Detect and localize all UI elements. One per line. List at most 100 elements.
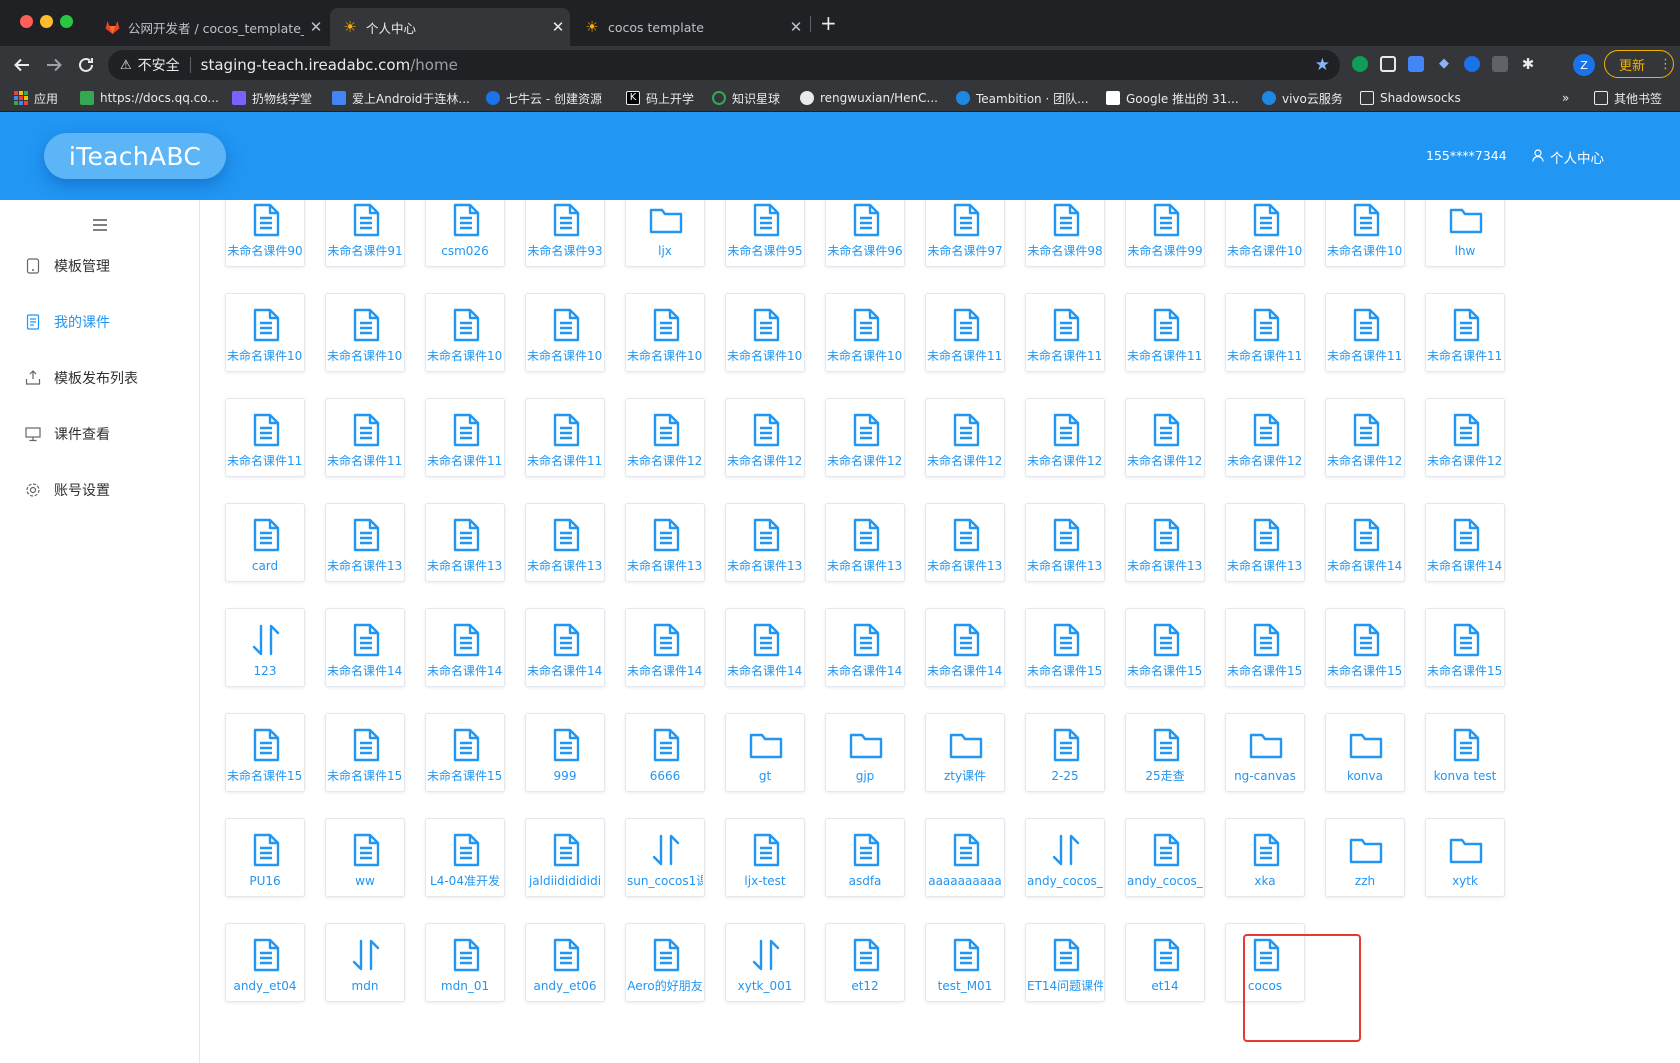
courseware-tile[interactable]: 未命名课件114: [1325, 293, 1405, 372]
courseware-tile[interactable]: et14: [1125, 923, 1205, 1002]
sidebar-item-template-publish-list[interactable]: 模板发布列表: [24, 366, 138, 390]
courseware-tile[interactable]: 未命名课件135: [825, 503, 905, 582]
courseware-tile[interactable]: konva test: [1425, 713, 1505, 792]
update-button[interactable]: 更新 ⋮: [1604, 50, 1674, 78]
sidebar-item-account-settings[interactable]: 账号设置: [24, 478, 110, 502]
courseware-tile[interactable]: 未命名课件131: [425, 503, 505, 582]
courseware-tile[interactable]: ljx: [625, 200, 705, 267]
courseware-tile[interactable]: 6666: [625, 713, 705, 792]
courseware-tile[interactable]: 未命名课件128: [1425, 398, 1505, 477]
courseware-tile[interactable]: 未命名课件120: [625, 398, 705, 477]
new-tab-button[interactable]: +: [820, 11, 837, 35]
courseware-tile[interactable]: andy_et04: [225, 923, 305, 1002]
courseware-tile[interactable]: 未命名课件147: [725, 608, 805, 687]
bookmark-vivo[interactable]: vivo云服务: [1262, 89, 1343, 107]
courseware-tile[interactable]: 未命名课件134: [725, 503, 805, 582]
courseware-tile[interactable]: 未命名课件95: [725, 200, 805, 267]
courseware-tile[interactable]: 未命名课件101: [1325, 200, 1405, 267]
courseware-tile[interactable]: gjp: [825, 713, 905, 792]
courseware-tile[interactable]: aaaaaaaaaa: [925, 818, 1005, 897]
courseware-tile[interactable]: 未命名课件103: [225, 293, 305, 372]
bookmark-google[interactable]: Google 推出的 31...: [1106, 89, 1239, 107]
courseware-tile[interactable]: 未命名课件124: [1025, 398, 1105, 477]
courseware-tile[interactable]: konva: [1325, 713, 1405, 792]
courseware-tile[interactable]: andy_cocos_1: [1025, 818, 1105, 897]
courseware-tile[interactable]: 123: [225, 608, 305, 687]
courseware-tile[interactable]: 未命名课件132: [525, 503, 605, 582]
courseware-tile[interactable]: 未命名课件156: [325, 713, 405, 792]
courseware-tile[interactable]: 未命名课件155: [225, 713, 305, 792]
courseware-tile[interactable]: 未命名课件136: [925, 503, 1005, 582]
bookmark-mashang[interactable]: K 码上开学: [626, 89, 694, 107]
profile-avatar[interactable]: Z: [1573, 54, 1595, 76]
courseware-tile[interactable]: 未命名课件106: [525, 293, 605, 372]
courseware-tile[interactable]: 未命名课件121: [725, 398, 805, 477]
courseware-tile[interactable]: 未命名课件143: [325, 608, 405, 687]
courseware-tile[interactable]: xytk: [1425, 818, 1505, 897]
courseware-tile[interactable]: 未命名课件90: [225, 200, 305, 267]
browser-tab-gitlab[interactable]: 公网开发者 / cocos_template_2 ✕: [92, 8, 328, 46]
courseware-tile[interactable]: csm026: [425, 200, 505, 267]
address-bar[interactable]: ⚠ 不安全 staging-teach.ireadabc.com /home ★: [108, 50, 1340, 80]
bookmark-zsxq[interactable]: 知识星球: [712, 89, 780, 107]
courseware-tile[interactable]: 未命名课件99: [1125, 200, 1205, 267]
courseware-tile[interactable]: 未命名课件112: [1125, 293, 1205, 372]
courseware-tile[interactable]: 未命名课件157: [425, 713, 505, 792]
close-tab-icon[interactable]: ✕: [304, 18, 328, 36]
courseware-tile[interactable]: 未命名课件130: [325, 503, 405, 582]
courseware-tile[interactable]: 未命名课件110: [925, 293, 1005, 372]
courseware-tile[interactable]: 未命名课件138: [1125, 503, 1205, 582]
courseware-tile[interactable]: 未命名课件91: [325, 200, 405, 267]
bookmark-android-blog[interactable]: 爱上Android于连林...: [332, 89, 470, 107]
maximize-window-button[interactable]: [60, 15, 73, 28]
courseware-tile[interactable]: 未命名课件111: [1025, 293, 1105, 372]
courseware-tile[interactable]: 未命名课件127: [1325, 398, 1405, 477]
courseware-tile[interactable]: 未命名课件109: [825, 293, 905, 372]
courseware-tile[interactable]: zzh: [1325, 818, 1405, 897]
profile-link[interactable]: 个人中心: [1532, 147, 1604, 167]
courseware-tile[interactable]: 未命名课件152: [1225, 608, 1305, 687]
courseware-tile[interactable]: 999: [525, 713, 605, 792]
courseware-tile[interactable]: 未命名课件141: [1425, 503, 1505, 582]
courseware-tile[interactable]: 未命名课件100: [1225, 200, 1305, 267]
more-bookmarks-button[interactable]: »: [1562, 89, 1569, 107]
courseware-tile[interactable]: 未命名课件150: [1025, 608, 1105, 687]
sidebar-item-my-courseware[interactable]: 我的课件: [24, 310, 110, 334]
courseware-tile[interactable]: 未命名课件140: [1325, 503, 1405, 582]
courseware-tile[interactable]: 未命名课件139: [1225, 503, 1305, 582]
courseware-tile[interactable]: andy_et06: [525, 923, 605, 1002]
browser-tab-cocos[interactable]: ☀ cocos template ✕: [572, 8, 808, 46]
courseware-tile[interactable]: gt: [725, 713, 805, 792]
bookmark-rengwuxian[interactable]: 扔物线学堂: [232, 89, 312, 107]
courseware-tile[interactable]: 未命名课件133: [625, 503, 705, 582]
bookmark-apps[interactable]: 应用: [14, 89, 58, 107]
forward-button[interactable]: [41, 52, 67, 78]
bookmark-star-icon[interactable]: ★: [1315, 55, 1330, 75]
courseware-tile[interactable]: 未命名课件145: [525, 608, 605, 687]
courseware-tile[interactable]: zty课件: [925, 713, 1005, 792]
courseware-tile[interactable]: ww: [325, 818, 405, 897]
courseware-tile[interactable]: asdfa: [825, 818, 905, 897]
courseware-tile[interactable]: 未命名课件151: [1125, 608, 1205, 687]
courseware-tile[interactable]: 未命名课件108: [725, 293, 805, 372]
courseware-tile[interactable]: 未命名课件113: [1225, 293, 1305, 372]
courseware-tile[interactable]: 未命名课件116: [225, 398, 305, 477]
search-extension-icon[interactable]: [1464, 56, 1480, 72]
courseware-tile[interactable]: 未命名课件118: [425, 398, 505, 477]
sidebar-item-template-management[interactable]: 模板管理: [24, 254, 110, 278]
courseware-tile[interactable]: 未命名课件149: [925, 608, 1005, 687]
minimize-window-button[interactable]: [40, 15, 53, 28]
close-tab-icon[interactable]: ✕: [546, 18, 570, 36]
logo[interactable]: iTeachABC: [44, 133, 226, 179]
courseware-tile[interactable]: 未命名课件93: [525, 200, 605, 267]
courseware-tile[interactable]: ET14问题课件: [1025, 923, 1105, 1002]
diamond-extension-icon[interactable]: ◆: [1436, 56, 1452, 72]
bookmark-qiniu[interactable]: 七牛云 - 创建资源: [486, 89, 602, 107]
courseware-tile[interactable]: 未命名课件96: [825, 200, 905, 267]
courseware-tile[interactable]: 未命名课件137: [1025, 503, 1105, 582]
courseware-tile[interactable]: 未命名课件117: [325, 398, 405, 477]
evernote-extension-icon[interactable]: [1352, 56, 1368, 72]
browser-tab-profile[interactable]: ☀ 个人中心 ✕: [330, 8, 570, 46]
courseware-tile[interactable]: 未命名课件144: [425, 608, 505, 687]
courseware-tile[interactable]: 未命名课件107: [625, 293, 705, 372]
